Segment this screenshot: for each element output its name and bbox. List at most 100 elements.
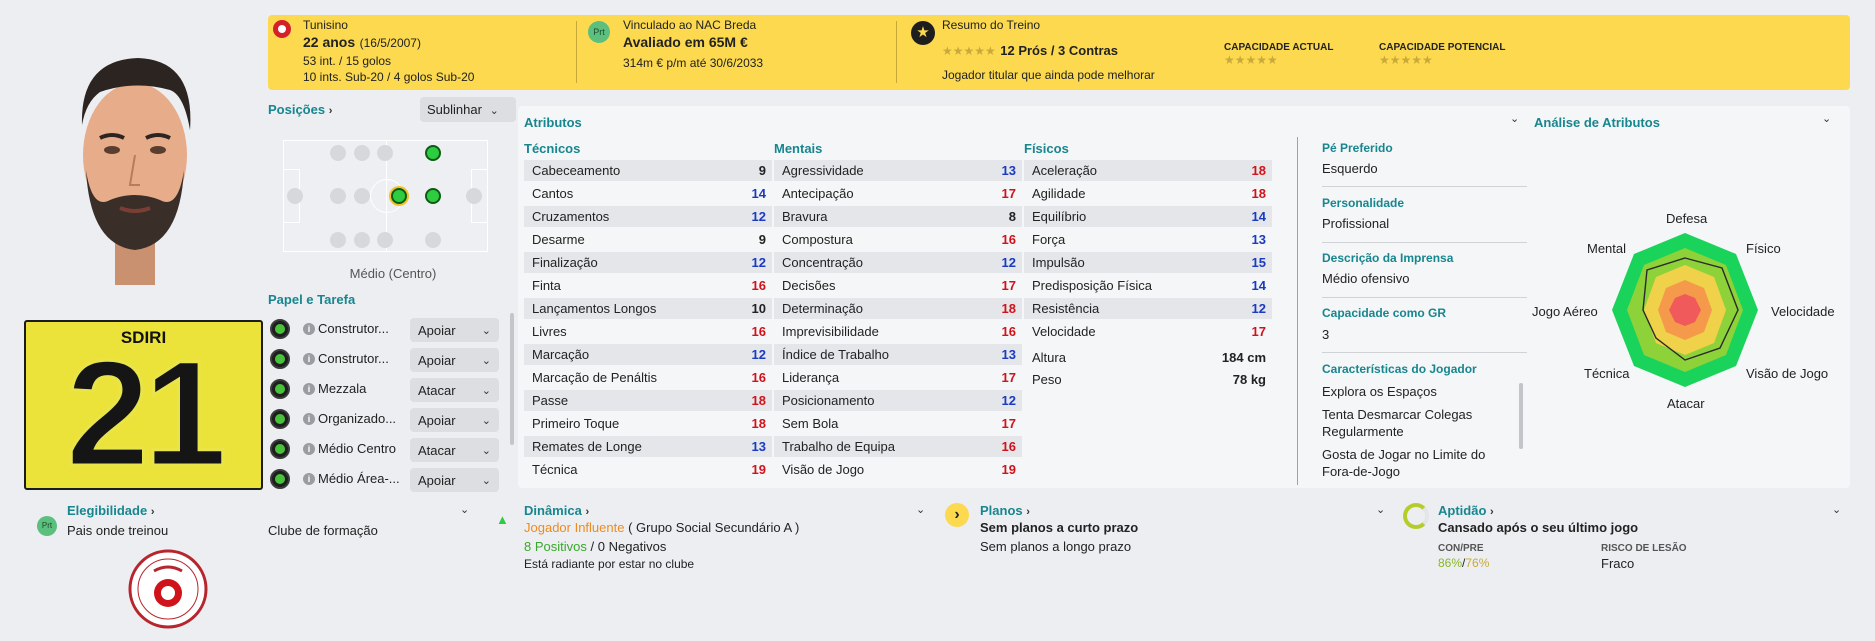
fitness-expand-icon[interactable]: ⌄ <box>1832 503 1841 516</box>
highlight-dropdown[interactable]: Sublinhar ⌄ <box>420 97 516 122</box>
chevron-right-icon: › <box>328 105 333 117</box>
chevron-down-icon: ⌄ <box>481 354 491 367</box>
analysis-expand-icon[interactable]: ⌄ <box>1822 112 1831 125</box>
attributes-expand-icon[interactable]: ⌄ <box>1510 112 1519 125</box>
chevron-down-icon: ⌄ <box>481 384 491 397</box>
attribute-row[interactable]: Compostura 16 <box>774 229 1022 250</box>
role-name[interactable]: Construtor... <box>318 321 389 336</box>
training-summary: ★★★★★ 12 Prós / 3 Contras <box>942 42 1118 60</box>
attribute-row[interactable]: Cruzamentos 12 <box>524 206 772 227</box>
traits-scrollbar[interactable] <box>1519 383 1523 449</box>
positions-link[interactable]: Posições › <box>268 102 332 117</box>
plans-link[interactable]: Planos › <box>980 503 1030 518</box>
role-name[interactable]: Médio Área-... <box>318 471 400 486</box>
attribute-row[interactable]: Posicionamento 12 <box>774 390 1022 411</box>
roles-scrollbar[interactable] <box>510 313 514 445</box>
dynamics-link[interactable]: Dinâmica › <box>524 503 589 518</box>
attribute-row[interactable]: Primeiro Toque 18 <box>524 413 772 434</box>
attribute-row[interactable]: Trabalho de Equipa 16 <box>774 436 1022 457</box>
club-label: Clube de formação <box>268 523 378 538</box>
duty-dropdown[interactable]: Apoiar ⌄ <box>410 348 499 372</box>
fitness-link[interactable]: Aptidão › <box>1438 503 1494 518</box>
role-name[interactable]: Organizado... <box>318 411 396 426</box>
star-badge-icon: ★ <box>911 21 935 45</box>
nationality: Tunisino <box>303 18 348 32</box>
attribute-row[interactable]: Desarme 9 <box>524 229 772 250</box>
attribute-row[interactable]: Agilidade 18 <box>1024 183 1272 204</box>
eligibility-link[interactable]: Elegibilidade › <box>67 503 154 518</box>
role-icon <box>270 439 290 459</box>
role-icon <box>270 379 290 399</box>
attribute-row[interactable]: Determinação 18 <box>774 298 1022 319</box>
gk-label: Capacidade como GR <box>1322 306 1447 320</box>
role-name[interactable]: Médio Centro <box>318 441 396 456</box>
role-name[interactable]: Construtor... <box>318 351 389 366</box>
attribute-row[interactable]: Aceleração 18 <box>1024 160 1272 181</box>
duty-dropdown[interactable]: Apoiar ⌄ <box>410 408 499 432</box>
duty-dropdown[interactable]: Atacar ⌄ <box>410 438 499 462</box>
attribute-row[interactable]: Cabeceamento 9 <box>524 160 772 181</box>
duty-dropdown[interactable]: Apoiar ⌄ <box>410 468 499 492</box>
attribute-row[interactable]: Resistência 12 <box>1024 298 1272 319</box>
attribute-name: Agilidade <box>1032 186 1086 201</box>
duty-dropdown[interactable]: Atacar ⌄ <box>410 378 499 402</box>
wage: 314m € p/m até 30/6/2033 <box>623 56 764 70</box>
attribute-name: Remates de Longe <box>532 439 642 454</box>
attribute-value: 10 <box>751 301 766 316</box>
attribute-row[interactable]: Finalização 12 <box>524 252 772 273</box>
info-icon[interactable]: i <box>303 323 315 335</box>
attribute-row[interactable]: Cantos 14 <box>524 183 772 204</box>
attribute-row[interactable]: Impulsão 15 <box>1024 252 1272 273</box>
weight-row: Peso 78 kg <box>1024 369 1272 390</box>
plans-expand-icon[interactable]: ⌄ <box>1376 503 1385 516</box>
attribute-row[interactable]: Sem Bola 17 <box>774 413 1022 434</box>
info-icon[interactable]: i <box>303 383 315 395</box>
radar-label: Defesa <box>1666 211 1708 226</box>
attribute-row[interactable]: Índice de Trabalho 13 <box>774 344 1022 365</box>
attribute-row[interactable]: Imprevisibilidade 16 <box>774 321 1022 342</box>
divider <box>1297 137 1298 485</box>
attribute-row[interactable]: Marcação de Penáltis 16 <box>524 367 772 388</box>
attribute-row[interactable]: Liderança 17 <box>774 367 1022 388</box>
attribute-row[interactable]: Velocidade 17 <box>1024 321 1272 342</box>
info-icon[interactable]: i <box>303 473 315 485</box>
dynamics-expand-icon[interactable]: ⌄ <box>916 503 925 516</box>
attribute-row[interactable]: Equilíbrio 14 <box>1024 206 1272 227</box>
attribute-value: 13 <box>751 439 766 454</box>
attribute-row[interactable]: Agressividade 13 <box>774 160 1022 181</box>
attribute-row[interactable]: Finta 16 <box>524 275 772 296</box>
attribute-name: Primeiro Toque <box>532 416 620 431</box>
attribute-row[interactable]: Livres 16 <box>524 321 772 342</box>
attribute-row[interactable]: Visão de Jogo 19 <box>774 459 1022 480</box>
attribute-value: 16 <box>751 324 766 339</box>
attribute-value: 9 <box>758 163 766 178</box>
info-icon[interactable]: i <box>303 413 315 425</box>
attribute-row[interactable]: Técnica 19 <box>524 459 772 480</box>
role-name[interactable]: Mezzala <box>318 381 366 396</box>
attribute-row[interactable]: Passe 18 <box>524 390 772 411</box>
duty-dropdown[interactable]: Apoiar ⌄ <box>410 318 499 342</box>
attribute-value: 14 <box>751 186 766 201</box>
attribute-row[interactable]: Bravura 8 <box>774 206 1022 227</box>
chevron-right-icon: › <box>585 506 590 518</box>
attribute-name: Sem Bola <box>782 416 839 431</box>
attribute-row[interactable]: Força 13 <box>1024 229 1272 250</box>
attribute-row[interactable]: Antecipação 17 <box>774 183 1022 204</box>
injury-value: Fraco <box>1601 556 1635 571</box>
attribute-row[interactable]: Lançamentos Longos 10 <box>524 298 772 319</box>
highlight-label: Sublinhar <box>427 102 482 117</box>
info-icon[interactable]: i <box>303 353 315 365</box>
attribute-row[interactable]: Predisposição Física 14 <box>1024 275 1272 296</box>
info-icon[interactable]: i <box>303 443 315 455</box>
attribute-row[interactable]: Concentração 12 <box>774 252 1022 273</box>
club-expand-icon[interactable]: ⌄ <box>460 503 469 516</box>
traits-label: Características do Jogador <box>1322 362 1477 376</box>
eligibility-icon: Prt <box>37 516 57 536</box>
role-icon <box>270 349 290 369</box>
attribute-row[interactable]: Marcação 12 <box>524 344 772 365</box>
club-badge-icon: Prt <box>588 21 610 43</box>
duty-label: Apoiar <box>418 412 456 428</box>
attribute-row[interactable]: Remates de Longe 13 <box>524 436 772 457</box>
attribute-value: 14 <box>1251 209 1266 224</box>
attribute-row[interactable]: Decisões 17 <box>774 275 1022 296</box>
